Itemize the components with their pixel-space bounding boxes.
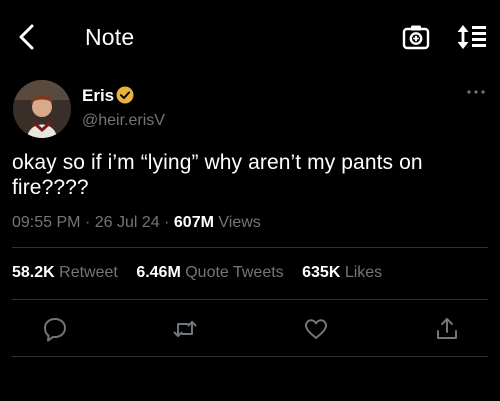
verified-badge-icon [116,86,134,104]
meta-separator: · [164,214,174,231]
quotes-label: Quote Tweets [185,264,284,281]
sort-icon[interactable] [456,23,488,51]
top-bar: Note [0,0,500,72]
likes-label: Likes [344,264,383,281]
likes-count: 635K [302,264,341,281]
retweets-stat[interactable]: 58.2K Retweet [12,264,118,281]
avatar[interactable] [13,80,71,138]
divider [12,247,488,248]
more-icon[interactable] [466,88,486,96]
views-label: Views [218,214,261,231]
tweet-date: 26 Jul 24 [94,214,160,231]
meta-separator: · [84,214,95,231]
share-icon[interactable] [434,316,460,342]
tweet-text: okay so if i’m “lying” why aren’t my pan… [12,151,423,199]
author-handle[interactable]: @heir.erisV [82,112,165,130]
like-icon[interactable] [303,316,329,342]
quotes-stat[interactable]: 6.46M Quote Tweets [136,264,283,281]
camera-icon[interactable] [402,24,430,50]
page-title: Note [85,24,135,50]
retweets-label: Retweet [59,264,118,281]
tweet-time: 09:55 PM [12,214,81,231]
retweet-icon[interactable] [172,316,198,342]
quotes-count: 6.46M [136,264,181,281]
reply-icon[interactable] [42,316,68,342]
tweet-meta: 09:55 PM · 26 Jul 24 · 607M Views [12,214,261,232]
likes-stat[interactable]: 635K Likes [302,264,382,281]
avatar-image [13,80,71,138]
back-chevron-icon[interactable] [14,22,40,52]
divider [12,356,488,357]
retweets-count: 58.2K [12,264,55,281]
divider [12,299,488,300]
engagement-stats: 58.2K Retweet 6.46M Quote Tweets 635K Li… [12,264,396,282]
author-name[interactable]: Eris [82,86,114,106]
views-count: 607M [173,214,214,231]
